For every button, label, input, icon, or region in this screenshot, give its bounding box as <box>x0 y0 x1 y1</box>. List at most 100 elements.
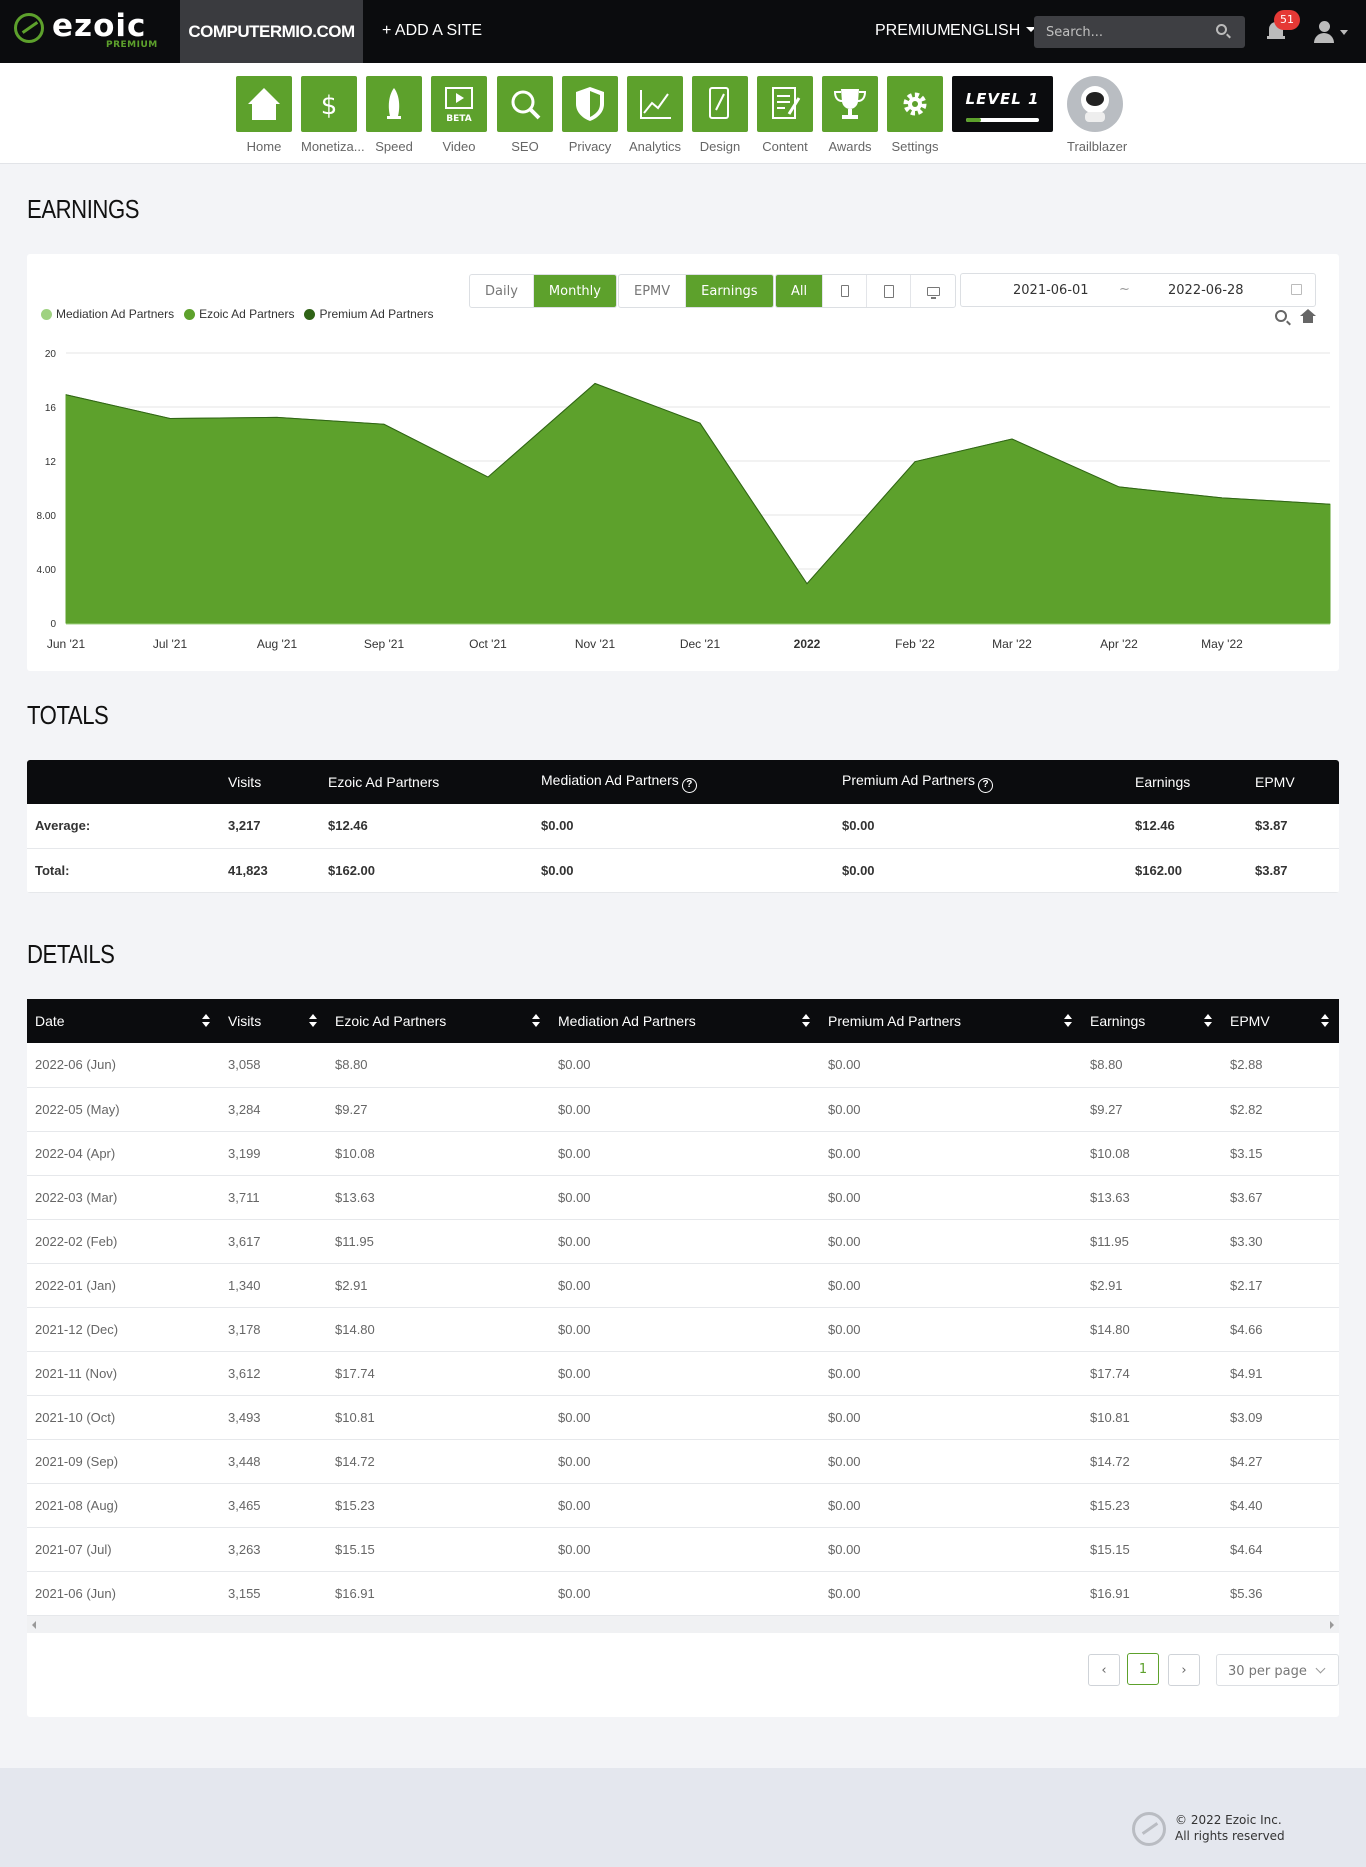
prev-page-button[interactable]: ‹ <box>1088 1654 1120 1686</box>
totals-horizontal-scrollbar[interactable] <box>27 892 1339 893</box>
y-tick-label: 4.00 <box>37 565 57 576</box>
nav-design[interactable]: Design <box>692 76 748 154</box>
logo-text: ezoic <box>52 8 147 44</box>
ezoic-footer-logo-icon <box>1132 1812 1166 1846</box>
svg-text:BETA: BETA <box>446 114 471 124</box>
search-input[interactable] <box>1034 16 1245 48</box>
nav-settings[interactable]: Settings <box>887 76 943 154</box>
trophy-icon <box>822 76 878 132</box>
nav-seo[interactable]: SEO <box>497 76 553 154</box>
table-cell: 2021-06 (Jun) <box>27 1571 220 1616</box>
logo-premium-label: PREMIUM <box>106 40 158 50</box>
level-badge[interactable]: LEVEL 1 <box>952 76 1053 132</box>
nav-awards[interactable]: Awards <box>822 76 878 154</box>
content-icon <box>757 76 813 132</box>
premium-link[interactable]: PREMIUM <box>875 22 951 40</box>
totals-cell: $162.00 <box>320 848 533 893</box>
table-row: 2021-08 (Aug) 3,465 $15.23 $0.00 $0.00 $15.23… <box>27 1483 1339 1528</box>
details-header-label: Premium Ad Partners <box>828 1013 962 1029</box>
table-row: 2021-06 (Jun) 3,155 $16.91 $0.00 $0.00 $16.91… <box>27 1571 1339 1616</box>
chevron-down-icon[interactable] <box>1340 30 1348 35</box>
page-number-button[interactable]: 1 <box>1127 1653 1159 1685</box>
sort-icon[interactable] <box>202 1014 210 1028</box>
table-cell: $3.30 <box>1222 1219 1339 1264</box>
nav-speed[interactable]: Speed <box>366 76 422 154</box>
table-cell: $17.74 <box>1082 1351 1222 1396</box>
details-header-3[interactable]: Mediation Ad Partners <box>550 999 820 1043</box>
table-cell: $10.08 <box>327 1131 550 1176</box>
details-header-label: Earnings <box>1090 1013 1146 1029</box>
table-cell: 3,284 <box>220 1087 327 1132</box>
table-cell: 3,155 <box>220 1571 327 1616</box>
totals-cell: $12.46 <box>320 804 533 849</box>
x-tick-label: 2022 <box>794 637 821 651</box>
help-question-icon[interactable]: ? <box>978 777 994 793</box>
x-tick-label: Jul '21 <box>153 637 188 651</box>
nav-analytics[interactable]: Analytics <box>627 76 683 154</box>
y-tick-label: 20 <box>45 349 57 360</box>
area-series-ezoic-ad-partners[interactable] <box>65 382 1331 624</box>
details-header-0[interactable]: Date <box>27 999 220 1043</box>
per-page-select[interactable]: 30 per page <box>1216 1654 1339 1686</box>
details-header-label: Date <box>35 1013 65 1029</box>
sort-icon[interactable] <box>309 1014 317 1028</box>
help-question-icon[interactable]: ? <box>681 777 697 793</box>
nav-content[interactable]: Content <box>757 76 813 154</box>
table-cell: $17.74 <box>327 1351 550 1396</box>
notification-count-badge: 51 <box>1274 10 1300 30</box>
sort-icon[interactable] <box>1064 1014 1072 1028</box>
add-site-link[interactable]: + ADD A SITE <box>382 22 482 40</box>
table-cell: $0.00 <box>550 1307 820 1352</box>
table-cell: $0.00 <box>550 1219 820 1264</box>
search-icon[interactable] <box>1216 24 1227 35</box>
table-cell: $0.00 <box>820 1219 1082 1264</box>
table-cell: $0.00 <box>550 1263 820 1308</box>
totals-cell: $0.00 <box>533 848 834 893</box>
site-selector[interactable]: COMPUTERMIO.COM <box>180 0 363 63</box>
x-tick-label: Nov '21 <box>575 637 616 651</box>
trailblazer-avatar[interactable]: Trailblazer <box>1067 76 1128 154</box>
sort-icon[interactable] <box>1321 1014 1329 1028</box>
table-cell: $2.17 <box>1222 1263 1339 1308</box>
sort-icon[interactable] <box>802 1014 810 1028</box>
next-page-button[interactable]: › <box>1168 1654 1200 1686</box>
table-cell: $0.00 <box>550 1571 820 1616</box>
totals-title: TOTALS <box>27 700 109 730</box>
sort-icon[interactable] <box>532 1014 540 1028</box>
table-cell: 2022-06 (Jun) <box>27 1043 220 1088</box>
details-header-5[interactable]: Earnings <box>1082 999 1222 1043</box>
details-header-4[interactable]: Premium Ad Partners <box>820 999 1082 1043</box>
table-row: 2022-03 (Mar) 3,711 $13.63 $0.00 $0.00 $13.63… <box>27 1175 1339 1220</box>
table-cell: $0.00 <box>820 1043 1082 1088</box>
details-title: DETAILS <box>27 939 115 969</box>
details-header-1[interactable]: Visits <box>220 999 327 1043</box>
x-tick-label: Aug '21 <box>257 637 298 651</box>
ezoic-logo[interactable]: ezoic PREMIUM <box>14 8 157 52</box>
details-horizontal-scrollbar[interactable] <box>27 1615 1339 1633</box>
details-header-label: EPMV <box>1230 1013 1270 1029</box>
table-cell: $15.23 <box>1082 1483 1222 1528</box>
table-row: 2021-11 (Nov) 3,612 $17.74 $0.00 $0.00 $17.74… <box>27 1351 1339 1396</box>
nav-home[interactable]: Home <box>236 76 292 154</box>
details-header-2[interactable]: Ezoic Ad Partners <box>327 999 550 1043</box>
totals-header-2: Ezoic Ad Partners <box>320 760 533 804</box>
nav-privacy[interactable]: Privacy <box>562 76 618 154</box>
details-header-label: Ezoic Ad Partners <box>335 1013 447 1029</box>
table-cell: $0.00 <box>550 1043 820 1088</box>
table-cell: $14.80 <box>327 1307 550 1352</box>
nav-video[interactable]: BETA Video <box>431 76 487 154</box>
language-dropdown[interactable]: ENGLISH <box>950 22 1036 40</box>
nav-monetiza[interactable]: $ Monetiza... <box>301 76 365 154</box>
nav-label: Design <box>699 139 741 154</box>
table-cell: 3,617 <box>220 1219 327 1264</box>
details-header-6[interactable]: EPMV <box>1222 999 1339 1043</box>
video-beta-icon: BETA <box>431 76 487 132</box>
table-cell: 2021-10 (Oct) <box>27 1395 220 1440</box>
trailblazer-label: Trailblazer <box>1067 139 1128 154</box>
nav-label: Privacy <box>568 139 612 154</box>
sort-icon[interactable] <box>1204 1014 1212 1028</box>
nav-label: SEO <box>511 139 539 154</box>
copyright: © 2022 Ezoic Inc. <box>1175 1813 1282 1827</box>
user-avatar-icon[interactable] <box>1312 21 1336 45</box>
table-row: 2022-02 (Feb) 3,617 $11.95 $0.00 $0.00 $11.95… <box>27 1219 1339 1264</box>
